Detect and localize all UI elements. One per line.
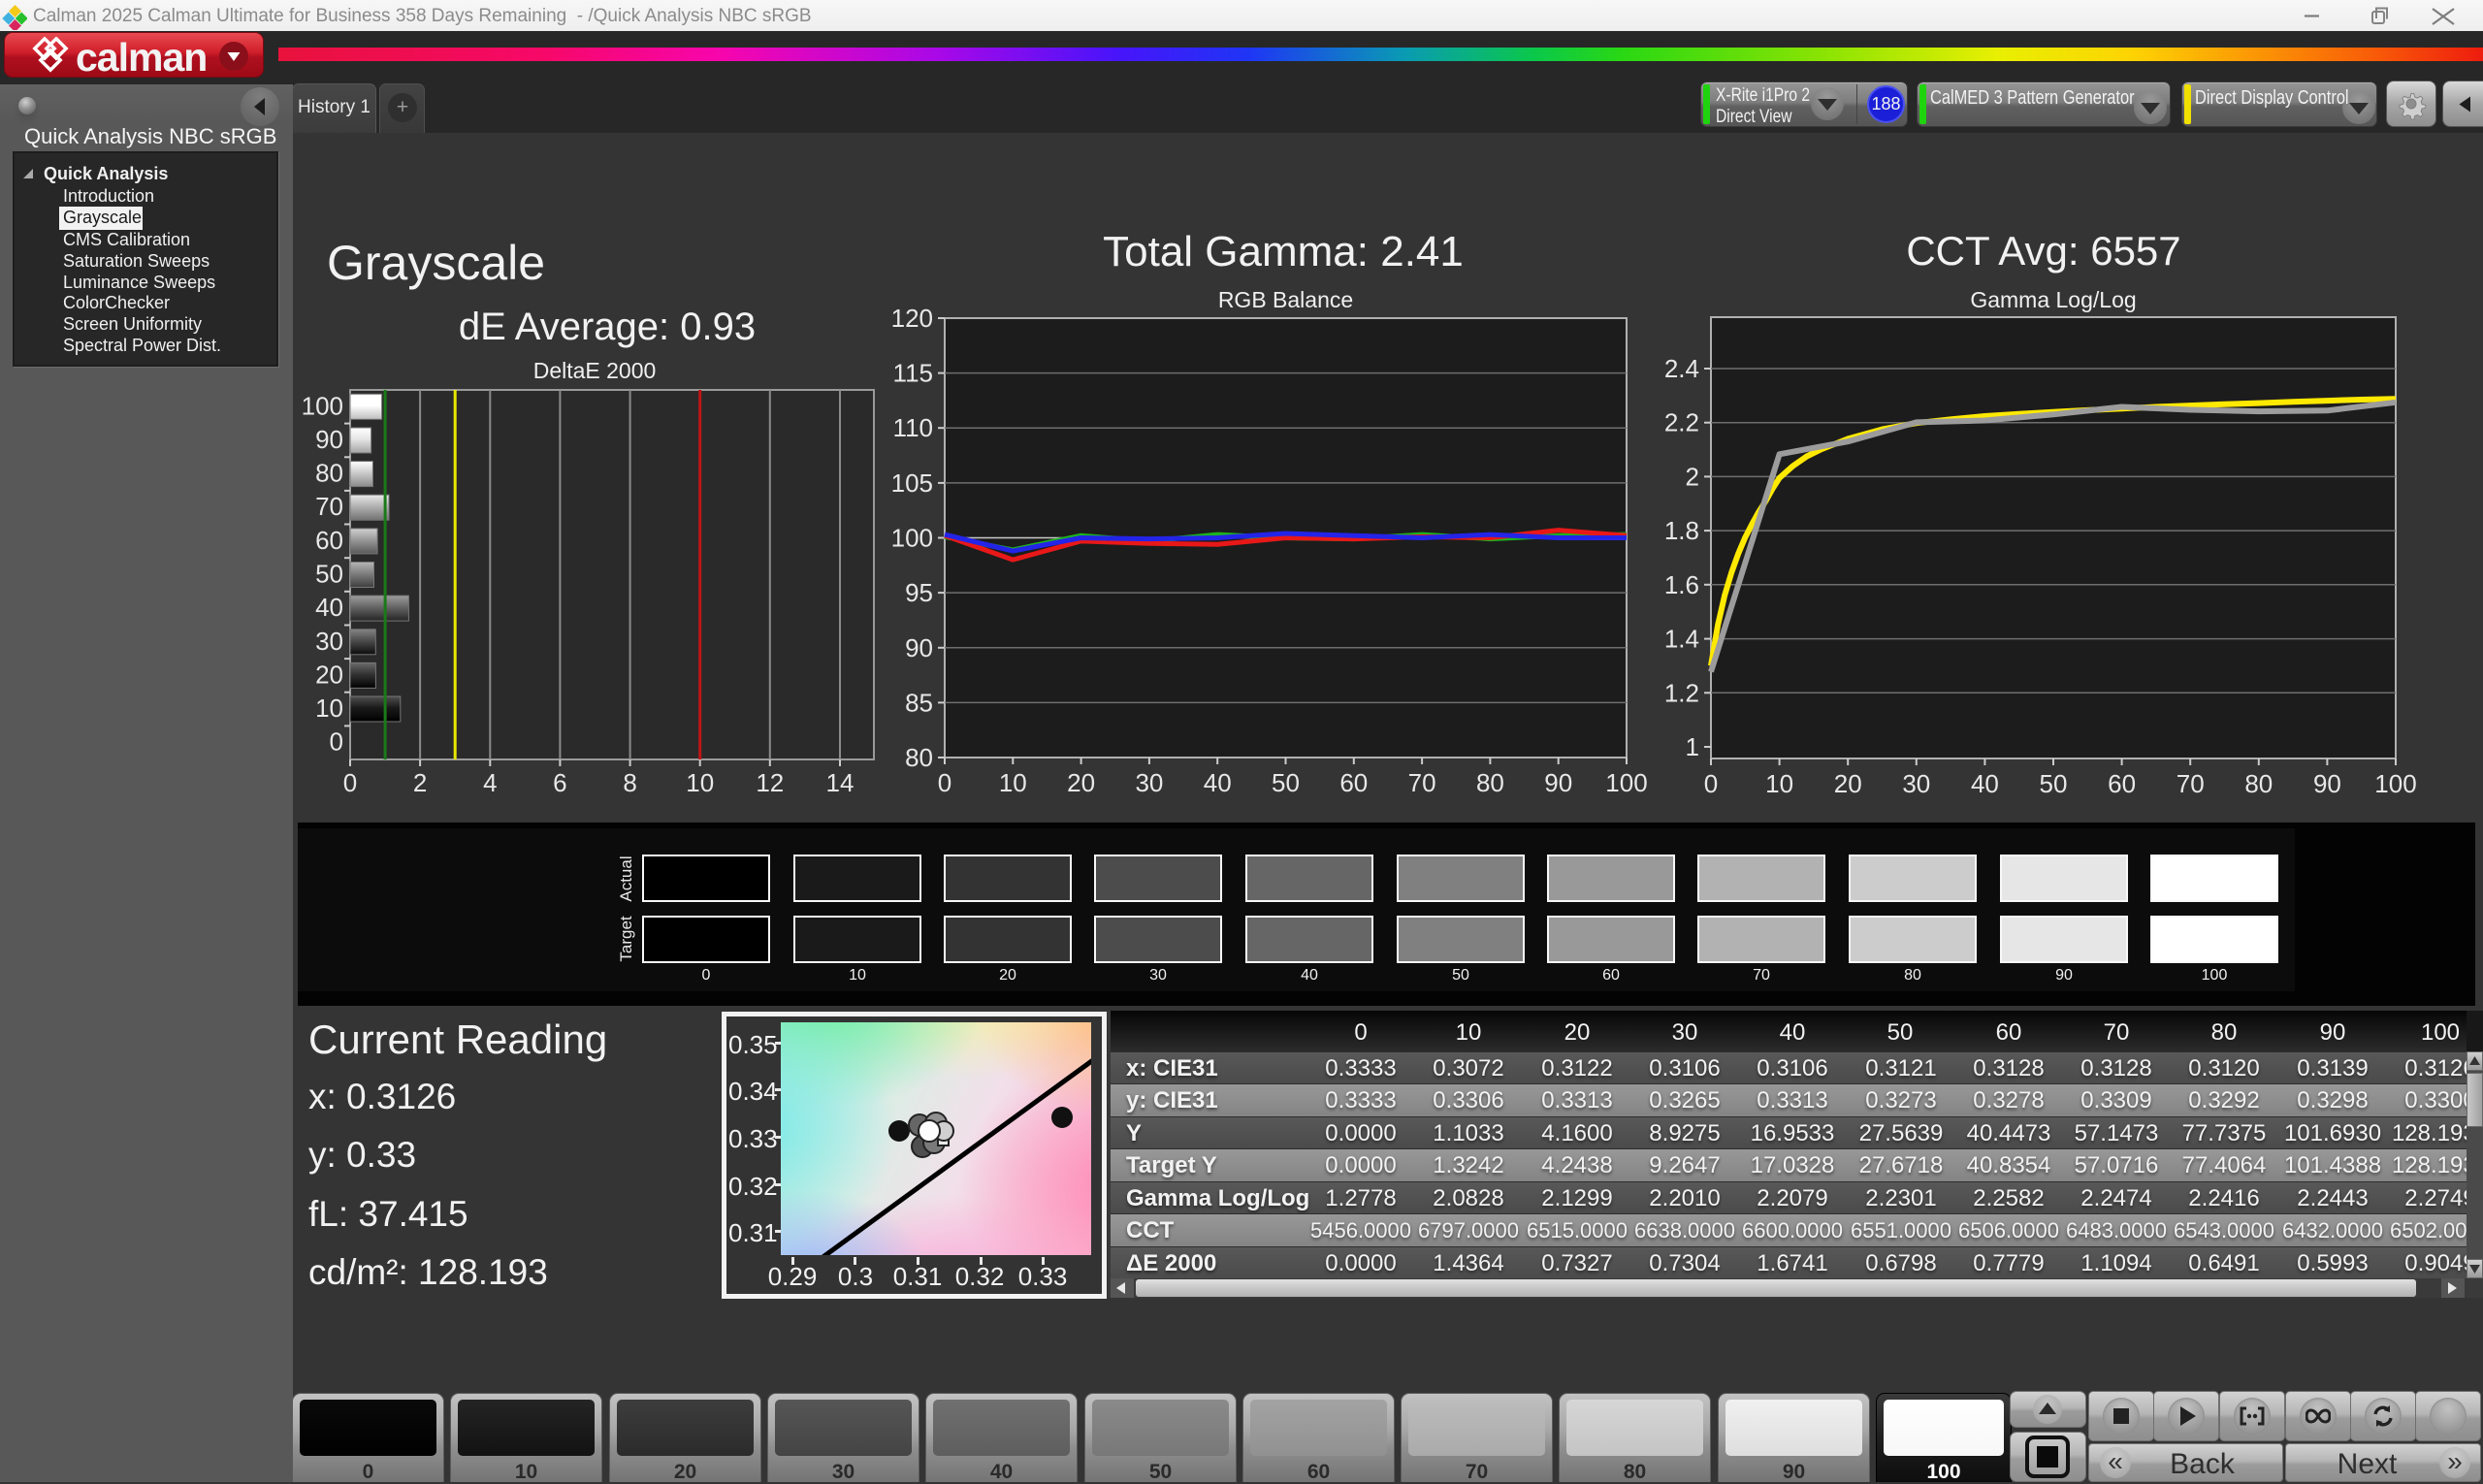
svg-text:95: 95 (905, 578, 933, 607)
svg-text:90: 90 (2313, 769, 2341, 798)
svg-text:0: 0 (1704, 769, 1718, 798)
svg-text:20: 20 (315, 660, 343, 689)
svg-text:DeltaE 2000: DeltaE 2000 (533, 361, 657, 383)
svg-text:1.4: 1.4 (1664, 625, 1699, 654)
svg-text:6: 6 (553, 768, 566, 797)
svg-text:RGB Balance: RGB Balance (1218, 287, 1353, 312)
svg-text:90: 90 (905, 633, 933, 662)
svg-text:105: 105 (891, 468, 933, 498)
svg-text:100: 100 (891, 524, 933, 553)
svg-text:40: 40 (315, 593, 343, 622)
svg-text:60: 60 (1339, 768, 1368, 797)
svg-text:12: 12 (756, 768, 784, 797)
svg-text:2: 2 (413, 768, 427, 797)
svg-text:80: 80 (1476, 768, 1504, 797)
svg-text:100: 100 (2374, 769, 2416, 798)
svg-text:14: 14 (826, 768, 855, 797)
svg-text:1: 1 (1686, 732, 1699, 761)
svg-text:50: 50 (315, 560, 343, 589)
svg-text:80: 80 (315, 459, 343, 488)
svg-text:60: 60 (315, 526, 343, 555)
svg-text:60: 60 (2108, 769, 2136, 798)
svg-text:30: 30 (1902, 769, 1930, 798)
svg-text:1.8: 1.8 (1664, 516, 1699, 545)
svg-text:70: 70 (1408, 768, 1436, 797)
svg-text:30: 30 (1135, 768, 1163, 797)
svg-text:90: 90 (1544, 768, 1572, 797)
svg-text:100: 100 (302, 391, 343, 420)
svg-text:80: 80 (905, 743, 933, 772)
svg-text:30: 30 (315, 627, 343, 656)
svg-text:115: 115 (893, 359, 933, 388)
svg-text:80: 80 (2244, 769, 2273, 798)
svg-text:10: 10 (1765, 769, 1793, 798)
svg-text:100: 100 (1605, 768, 1647, 797)
svg-text:40: 40 (1204, 768, 1232, 797)
svg-text:50: 50 (2040, 769, 2068, 798)
svg-text:0: 0 (343, 768, 357, 797)
svg-text:2: 2 (1686, 462, 1699, 491)
svg-text:70: 70 (2177, 769, 2205, 798)
svg-text:2.2: 2.2 (1664, 408, 1699, 437)
svg-text:10: 10 (315, 694, 343, 723)
svg-text:2.4: 2.4 (1664, 354, 1699, 383)
svg-text:110: 110 (893, 413, 933, 442)
svg-text:20: 20 (1067, 768, 1095, 797)
svg-text:40: 40 (1971, 769, 1999, 798)
svg-text:0: 0 (330, 727, 343, 757)
svg-text:70: 70 (315, 492, 343, 521)
svg-text:4: 4 (483, 768, 497, 797)
svg-text:120: 120 (891, 304, 933, 333)
svg-text:8: 8 (623, 768, 636, 797)
svg-text:20: 20 (1834, 769, 1862, 798)
svg-text:10: 10 (686, 768, 714, 797)
svg-text:1.2: 1.2 (1664, 678, 1699, 707)
svg-text:85: 85 (905, 688, 933, 717)
svg-text:1.6: 1.6 (1664, 570, 1699, 599)
svg-text:90: 90 (315, 425, 343, 454)
svg-text:Gamma Log/Log: Gamma Log/Log (1970, 287, 2136, 312)
svg-text:0: 0 (938, 768, 951, 797)
svg-text:50: 50 (1272, 768, 1300, 797)
svg-text:10: 10 (999, 768, 1027, 797)
